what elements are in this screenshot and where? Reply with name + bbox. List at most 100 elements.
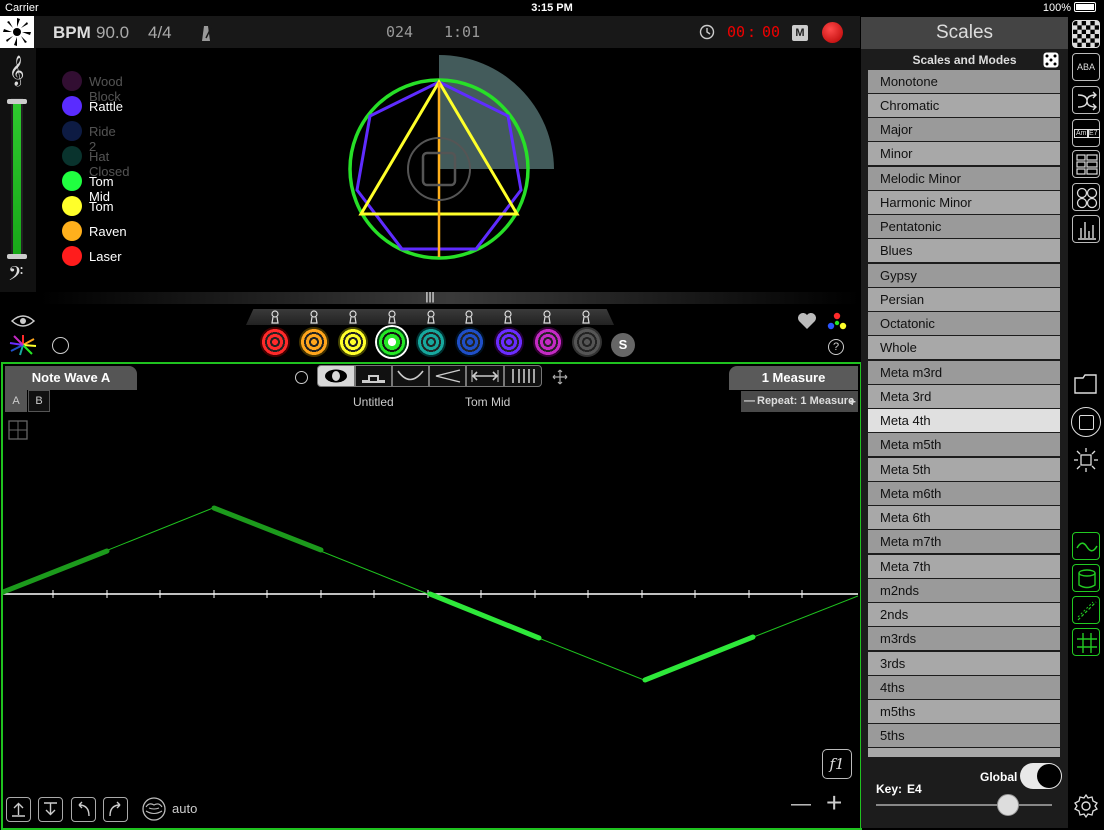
eye-mode-segment[interactable] — [317, 365, 355, 387]
color-triangle-icon[interactable] — [827, 312, 847, 330]
scale-item[interactable]: Melodic Minor — [868, 167, 1060, 190]
measure-button[interactable]: 1 Measure — [729, 366, 858, 390]
scale-item[interactable]: Meta m5th — [868, 433, 1060, 456]
key-slider-track[interactable] — [876, 804, 1052, 806]
volume-track[interactable] — [11, 98, 23, 258]
scale-item[interactable]: Pentatonic — [868, 215, 1060, 238]
ramp-steps-icon[interactable] — [1072, 596, 1100, 624]
light-burst-icon[interactable] — [1072, 446, 1100, 474]
scale-item[interactable]: Meta m7th — [868, 530, 1060, 553]
function-button[interactable]: f1 — [822, 749, 852, 779]
tab-b[interactable]: B — [28, 390, 50, 412]
scale-item[interactable]: m3rds — [868, 627, 1060, 650]
scale-item[interactable]: Minor — [868, 142, 1060, 165]
scale-item[interactable]: Meta 6th — [868, 506, 1060, 529]
sound-button-laser[interactable] — [260, 327, 290, 357]
scale-item[interactable]: Meta m6th — [868, 482, 1060, 505]
scale-item[interactable]: Gypsy — [868, 264, 1060, 287]
sound-button-hat-closed[interactable] — [416, 327, 446, 357]
color-burst-icon[interactable] — [8, 334, 38, 356]
sound-button-rattle[interactable] — [494, 327, 524, 357]
scale-item[interactable]: Harmonic Minor — [868, 191, 1060, 214]
volume-handle-top[interactable] — [7, 99, 27, 104]
note-segment[interactable] — [642, 634, 756, 683]
rotate-right-button[interactable] — [103, 797, 128, 822]
tab-a[interactable]: A — [5, 390, 27, 412]
repeat-minus-button[interactable]: — — [744, 391, 755, 412]
pattern-grid-icon[interactable] — [1072, 20, 1100, 48]
bars-mode-segment[interactable] — [504, 365, 542, 387]
four-circles-icon[interactable] — [1072, 183, 1100, 211]
sound-button-ride-2[interactable] — [455, 327, 485, 357]
stretch-mode-segment[interactable] — [466, 365, 504, 387]
scale-item[interactable]: 3rds — [868, 652, 1060, 675]
scale-item[interactable]: Meta 3rd — [868, 385, 1060, 408]
scale-item[interactable]: 4ths — [868, 676, 1060, 699]
step-mode-segment[interactable] — [355, 365, 392, 387]
wave-graph[interactable] — [3, 500, 858, 690]
shuffle-icon[interactable] — [1072, 86, 1100, 114]
ramp-mode-segment[interactable] — [429, 365, 466, 387]
sound-button-raven[interactable] — [299, 327, 329, 357]
scale-item[interactable]: Blues — [868, 239, 1060, 262]
gear-icon[interactable] — [1072, 792, 1100, 820]
scrub-strip[interactable] — [40, 292, 860, 304]
note-segment[interactable] — [427, 591, 542, 641]
folder-icon[interactable] — [1072, 370, 1100, 398]
sound-button-wood-block[interactable] — [533, 327, 563, 357]
move-icon[interactable] — [552, 369, 568, 385]
repeat-control[interactable]: — Repeat: 1 Measure + — [741, 391, 858, 412]
key-slider-thumb[interactable] — [997, 794, 1019, 816]
app-logo[interactable] — [0, 16, 34, 48]
scale-item[interactable]: Meta 7th — [868, 555, 1060, 578]
record-button[interactable] — [822, 22, 843, 43]
hash-grid-icon[interactable] — [1072, 628, 1100, 656]
solo-button[interactable]: S — [611, 333, 635, 357]
note-segment[interactable] — [211, 505, 324, 553]
sound-button-tom[interactable] — [338, 327, 368, 357]
global-toggle[interactable] — [1020, 763, 1062, 789]
zoom-out-button[interactable]: — — [791, 793, 811, 816]
segment-radio-icon[interactable] — [295, 371, 308, 384]
clock-icon[interactable] — [699, 24, 715, 40]
eye-icon[interactable] — [10, 313, 36, 329]
scale-item[interactable]: Chromatic — [868, 94, 1060, 117]
rhythm-circle-visualizer[interactable] — [340, 52, 560, 267]
sound-button-tom-mid[interactable] — [377, 327, 407, 357]
rotate-left-button[interactable] — [71, 797, 96, 822]
time-signature[interactable]: 4/4 — [148, 23, 172, 43]
dice-icon[interactable] — [1043, 52, 1059, 68]
shift-up-button[interactable] — [6, 797, 31, 822]
scale-item[interactable]: 2nds — [868, 603, 1060, 626]
brain-icon[interactable] — [141, 796, 167, 822]
auto-label[interactable]: auto — [172, 801, 197, 816]
metronome-icon[interactable] — [199, 24, 213, 42]
note-segment[interactable] — [3, 548, 110, 595]
wave-name-tab[interactable]: Note Wave A — [5, 366, 137, 390]
scale-item[interactable]: Persian — [868, 288, 1060, 311]
repeat-plus-button[interactable]: + — [848, 391, 856, 412]
scale-item[interactable]: m5ths — [868, 700, 1060, 723]
stop-button[interactable] — [1071, 407, 1101, 437]
chords-icon[interactable]: Am E7 — [1072, 119, 1100, 147]
volume-handle-bottom[interactable] — [7, 254, 27, 259]
wave-mode-icon[interactable] — [1072, 532, 1100, 560]
bass-clef-icon[interactable]: 𝄢 — [8, 264, 23, 290]
m-button[interactable]: M — [792, 25, 808, 41]
scale-item[interactable]: Whole — [868, 336, 1060, 359]
bar-graph-icon[interactable] — [1072, 215, 1100, 243]
scale-item[interactable]: Octatonic — [868, 312, 1060, 335]
scale-item[interactable]: Meta m3rd — [868, 361, 1060, 384]
grid-view-icon[interactable] — [8, 420, 28, 440]
treble-clef-icon[interactable]: 𝄞 — [9, 57, 24, 83]
scrub-handle-icon[interactable]: ||| — [423, 291, 437, 304]
bpm-value[interactable]: 90.0 — [96, 23, 129, 43]
curve-mode-segment[interactable] — [392, 365, 429, 387]
scale-item[interactable]: Major — [868, 118, 1060, 141]
cylinder-icon[interactable] — [1072, 564, 1100, 592]
scale-item-selected[interactable]: Meta 4th — [868, 409, 1060, 432]
aba-icon[interactable]: ABA — [1072, 53, 1100, 81]
scale-item[interactable]: m2nds — [868, 579, 1060, 602]
scale-item[interactable]: 5ths — [868, 724, 1060, 747]
scale-item[interactable]: Meta 5th — [868, 458, 1060, 481]
